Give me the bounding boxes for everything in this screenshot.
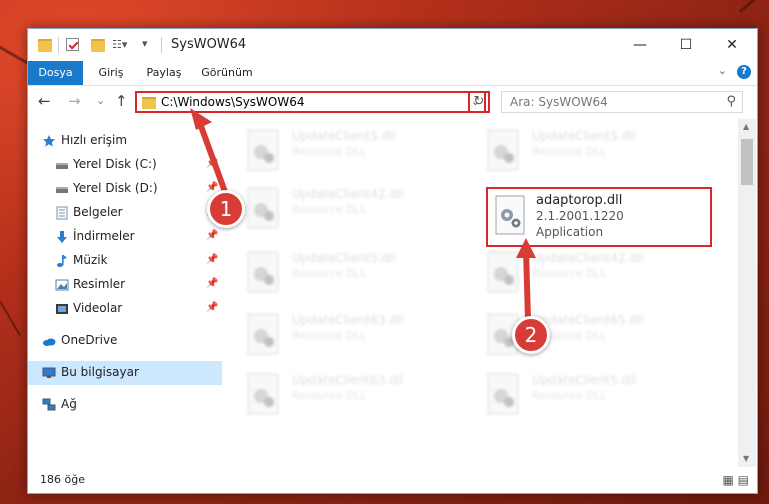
arrow-1 [195,115,231,203]
step-badge-1: 1 [207,190,245,228]
annotation-arrows [190,108,536,323]
arrow-2-head [516,238,536,258]
arrow-1-head [190,108,212,130]
step-badge-2: 2 [512,316,550,354]
arrow-2 [523,247,531,323]
